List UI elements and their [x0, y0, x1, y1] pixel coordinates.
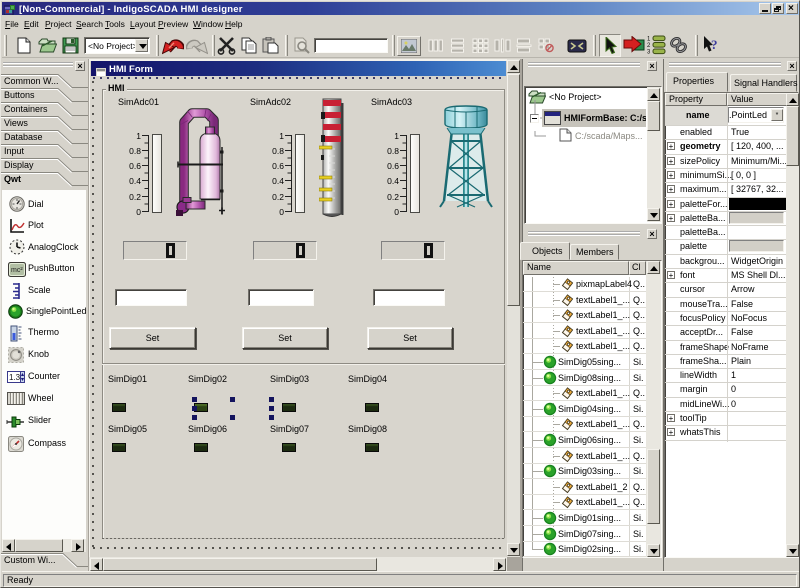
svg-text:0: 0	[136, 207, 141, 217]
svg-text:1.3: 1.3	[9, 373, 21, 382]
svg-text:?: ?	[711, 37, 718, 52]
svg-text:1: 1	[394, 131, 399, 141]
svg-text:3: 3	[647, 50, 651, 56]
svg-text:0: 0	[394, 207, 399, 217]
svg-text:1: 1	[279, 131, 284, 141]
svg-text:0.8: 0.8	[129, 146, 141, 156]
svg-text:0.6: 0.6	[272, 161, 284, 171]
svg-text:0: 0	[279, 207, 284, 217]
svg-text:0.8: 0.8	[272, 146, 284, 156]
svg-text:0.6: 0.6	[387, 161, 399, 171]
svg-text:2: 2	[647, 43, 651, 49]
svg-text:0.6: 0.6	[129, 161, 141, 171]
svg-text:0.4: 0.4	[129, 176, 141, 186]
svg-text:0.4: 0.4	[387, 176, 399, 186]
svg-text:0.2: 0.2	[272, 192, 284, 202]
svg-text:0.8: 0.8	[387, 146, 399, 156]
svg-text:1: 1	[647, 37, 651, 43]
svg-text:0.4: 0.4	[272, 176, 284, 186]
svg-text:1: 1	[136, 131, 141, 141]
svg-text:mc²: mc²	[11, 267, 23, 274]
svg-text:0.2: 0.2	[387, 192, 399, 202]
svg-text:0.2: 0.2	[129, 192, 141, 202]
